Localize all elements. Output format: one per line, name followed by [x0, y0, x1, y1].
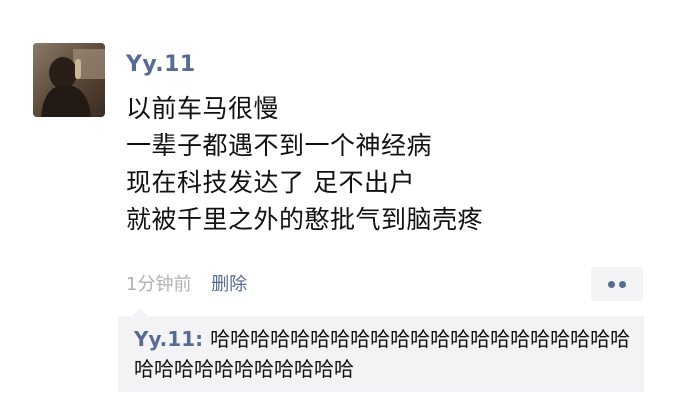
post-timestamp: 1分钟前: [126, 274, 192, 295]
avatar-image: [33, 43, 105, 117]
more-dots-icon: [619, 281, 626, 288]
avatar[interactable]: [33, 43, 105, 117]
post-content-line: 就被千里之外的憨批气到脑壳疼: [126, 205, 484, 234]
more-dots-icon: [608, 281, 615, 288]
delete-link[interactable]: 删除: [211, 272, 247, 298]
post-content-line: 以前车马很慢: [126, 94, 280, 123]
post-author-name[interactable]: Yy.11: [126, 50, 196, 80]
post-content-line: 一辈子都遇不到一个神经病: [126, 131, 433, 160]
post-content-line: 现在科技发达了 足不出户: [126, 168, 415, 197]
post-content: 以前车马很慢 一辈子都遇不到一个神经病 现在科技发达了 足不出户 就被千里之外的…: [126, 90, 646, 238]
post-meta: 1分钟前 删除: [126, 272, 247, 298]
comment-author-name[interactable]: Yy.11: [134, 327, 195, 351]
moment-post: Yy.11 以前车马很慢 一辈子都遇不到一个神经病 现在科技发达了 足不出户 就…: [0, 0, 680, 420]
more-actions-button[interactable]: [591, 267, 643, 301]
comment-panel: Yy.11: 哈哈哈哈哈哈哈哈哈哈哈哈哈哈哈哈哈哈哈哈哈哈哈哈哈哈哈哈哈哈哈哈: [118, 308, 644, 392]
comment-separator: :: [195, 327, 211, 351]
comment-item[interactable]: Yy.11: 哈哈哈哈哈哈哈哈哈哈哈哈哈哈哈哈哈哈哈哈哈哈哈哈哈哈哈哈哈哈哈哈: [134, 324, 634, 384]
